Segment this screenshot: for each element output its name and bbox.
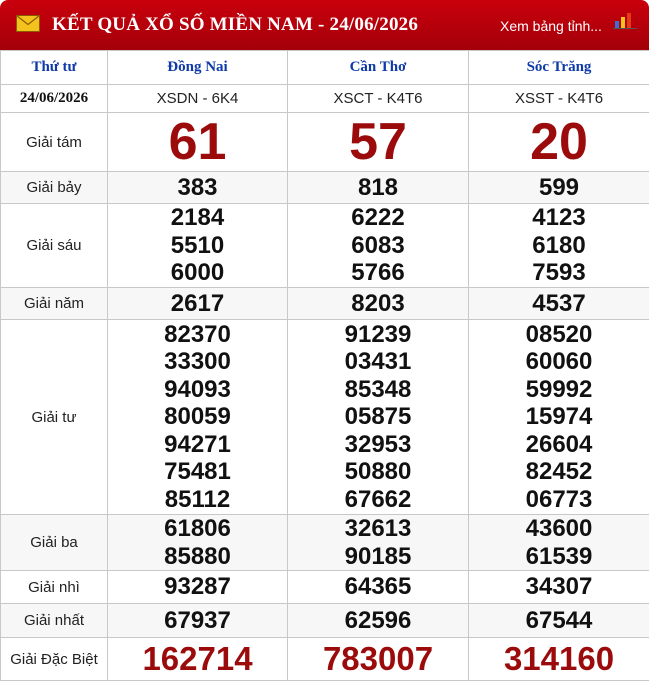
prize-number: 6180: [532, 231, 586, 259]
prize-row-g6: Giải sáu 2184 5510 6000 6222 6083 5766 4…: [0, 203, 649, 288]
prize-row-g8: Giải tám 61 57 20: [0, 112, 649, 172]
prize-number: 85112: [164, 485, 231, 513]
prize-number: 32953: [344, 430, 412, 458]
prize-number: 8203: [351, 289, 405, 317]
prize-row-g4: Giải tư 82370 33300 94093 80059 94271 75…: [0, 319, 649, 515]
prize-label: Giải tám: [0, 112, 108, 172]
ticket-code: XSST - K4T6: [468, 84, 649, 113]
prize-label: Giải sáu: [0, 203, 108, 288]
prize-number: 03431: [344, 348, 412, 376]
prize-row-g5: Giải năm 2617 8203 4537: [0, 287, 649, 320]
prize-row-g2: Giải nhì 93287 64365 34307: [0, 570, 649, 604]
prize-number: 6000: [170, 259, 225, 287]
prize-number: 6222: [351, 204, 405, 232]
prize-number: 62596: [344, 606, 412, 634]
special-prize-number: 314160: [503, 640, 615, 677]
prize-number: 91239: [344, 320, 412, 348]
prize-number: 7593: [532, 259, 586, 287]
prize-number: 61806: [164, 515, 231, 542]
prize-label: Giải nhất: [0, 603, 108, 638]
prize-number: 6083: [351, 231, 405, 259]
envelope-icon: [16, 15, 40, 32]
prize-number: 818: [357, 173, 399, 201]
prize-label: Giải ba: [0, 514, 108, 571]
prize-number: 26604: [525, 430, 593, 458]
prize-number: 82370: [164, 320, 231, 348]
results-header: KẾT QUẢ XỔ SỐ MIỀN NAM - 24/06/2026 Xem …: [0, 0, 649, 50]
special-prize-number: 783007: [322, 640, 434, 677]
prize-label: Giải bảy: [0, 171, 108, 204]
prize-number: 43600: [525, 515, 593, 542]
prize-row-g1: Giải nhất 67937 62596 67544: [0, 603, 649, 638]
prize-number: 383: [177, 173, 218, 201]
draw-date: 24/06/2026: [0, 84, 108, 113]
prize-number: 80059: [164, 403, 231, 431]
prize-number: 94271: [164, 430, 231, 458]
prize-number: 2617: [170, 289, 225, 317]
prize-number: 61539: [525, 542, 593, 570]
prize-number: 85348: [344, 375, 412, 403]
prize-number: 82452: [525, 458, 593, 486]
prize-number: 34307: [525, 573, 593, 601]
prize-number: 05875: [344, 403, 412, 431]
prize-number: 64365: [344, 573, 412, 601]
prize-number: 67937: [164, 606, 231, 634]
prize-number: 15974: [525, 403, 593, 431]
lottery-results-table: Thứ tư Đồng Nai Cần Thơ Sóc Trăng 24/06/…: [0, 50, 649, 681]
province-name[interactable]: Sóc Trăng: [468, 50, 649, 85]
prize-number: 599: [538, 173, 580, 201]
prize-number: 85880: [164, 542, 231, 570]
prize-number: 67662: [344, 485, 412, 513]
prize-number: 60060: [525, 348, 593, 376]
prize-number: 90185: [344, 542, 412, 570]
prize-number: 75481: [164, 458, 231, 486]
prize-number: 61: [168, 113, 227, 171]
ticket-code-row: 24/06/2026 XSDN - 6K4 XSCT - K4T6 XSST -…: [0, 84, 649, 113]
prize-number: 2184: [170, 204, 225, 232]
day-header: Thứ tư: [0, 50, 108, 85]
prize-number: 94093: [164, 375, 231, 403]
prize-number: 20: [530, 113, 588, 171]
prize-number: 4537: [532, 289, 586, 317]
page-title: KẾT QUẢ XỔ SỐ MIỀN NAM - 24/06/2026: [52, 14, 419, 35]
prize-row-g7: Giải bảy 383 818 599: [0, 171, 649, 204]
prize-number: 59992: [525, 375, 593, 403]
prize-number: 5766: [351, 259, 405, 287]
prize-label: Giải nhì: [0, 570, 108, 604]
province-header-row: Thứ tư Đồng Nai Cần Thơ Sóc Trăng: [0, 50, 649, 85]
special-prize-number: 162714: [142, 640, 253, 677]
prize-number: 57: [349, 113, 407, 171]
prize-number: 32613: [344, 515, 412, 542]
province-name[interactable]: Đồng Nai: [107, 50, 288, 85]
prize-label: Giải năm: [0, 287, 108, 320]
ticket-code: XSCT - K4T6: [287, 84, 469, 113]
prize-number: 67544: [525, 606, 593, 634]
prize-label: Giải tư: [0, 319, 108, 515]
view-province-table-link[interactable]: Xem bảng tỉnh...: [500, 18, 602, 34]
prize-number: 33300: [164, 348, 231, 376]
prize-row-g3: Giải ba 61806 85880 32613 90185 43600 61…: [0, 514, 649, 571]
prize-number: 93287: [164, 573, 231, 601]
prize-number: 50880: [344, 458, 412, 486]
bar-chart-icon[interactable]: [613, 12, 637, 29]
prize-number: 5510: [170, 231, 225, 259]
prize-label: Giải Đặc Biệt: [0, 637, 108, 681]
ticket-code: XSDN - 6K4: [107, 84, 288, 113]
prize-number: 08520: [525, 320, 593, 348]
prize-number: 06773: [525, 485, 593, 513]
province-name[interactable]: Cần Thơ: [287, 50, 469, 85]
prize-row-special: Giải Đặc Biệt 162714 783007 314160: [0, 637, 649, 681]
prize-number: 4123: [532, 204, 586, 232]
